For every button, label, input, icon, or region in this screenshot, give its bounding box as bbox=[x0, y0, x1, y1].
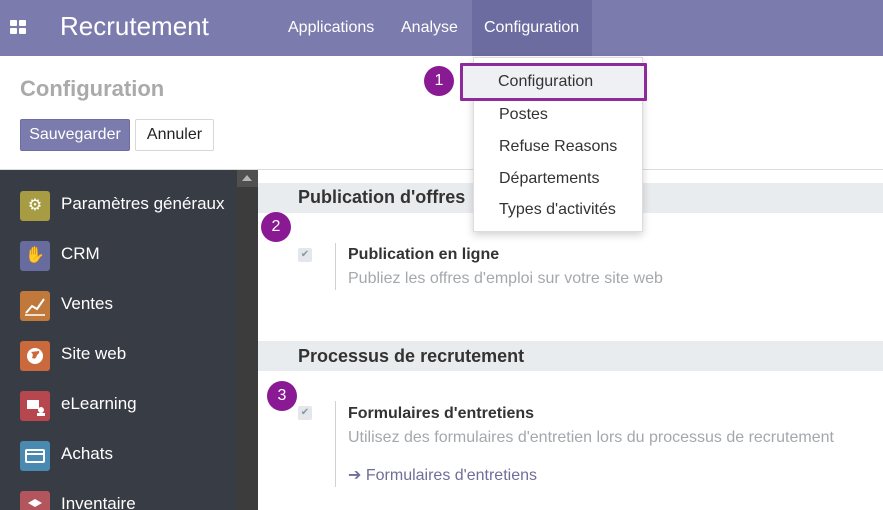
sidebar-item-crm[interactable]: ✋ CRM bbox=[0, 231, 237, 281]
scrollbar-thumb[interactable] bbox=[237, 187, 258, 510]
sidebar-item-label: Ventes bbox=[61, 294, 113, 313]
app-title: Recrutement bbox=[60, 11, 209, 41]
interview-forms-checkbox[interactable]: ✔ bbox=[298, 406, 312, 420]
section-title: Processus de recrutement bbox=[298, 346, 525, 366]
dropdown-item-departements[interactable]: Départements bbox=[499, 170, 600, 188]
sidebar-item-inventory[interactable]: Inventaire bbox=[0, 481, 237, 510]
setting-title: Formulaires d'entretiens bbox=[348, 405, 535, 422]
scroll-up-arrow-icon[interactable] bbox=[237, 170, 258, 187]
top-navbar: Recrutement Applications Analyse Configu… bbox=[0, 0, 883, 56]
box-icon bbox=[20, 491, 50, 510]
divider bbox=[335, 243, 336, 290]
dropdown-item-postes[interactable]: Postes bbox=[499, 106, 548, 124]
dropdown-item-configuration[interactable]: Configuration bbox=[460, 63, 647, 101]
globe-icon bbox=[20, 341, 50, 371]
sidebar-item-elearning[interactable]: eLearning bbox=[0, 381, 237, 431]
setting-description: Publiez les offres d'emploi sur votre si… bbox=[348, 270, 663, 287]
sidebar-item-label: Achats bbox=[61, 444, 113, 463]
sidebar-item-website[interactable]: Site web bbox=[0, 331, 237, 381]
sidebar-item-sales[interactable]: Ventes bbox=[0, 281, 237, 331]
callout-badge: 3 bbox=[267, 381, 297, 411]
sidebar-item-purchases[interactable]: Achats bbox=[0, 431, 237, 481]
section-title: Publication d'offres bbox=[298, 187, 466, 207]
page-title: Configuration bbox=[20, 76, 165, 101]
dropdown-item-refuse-reasons[interactable]: Refuse Reasons bbox=[499, 138, 617, 156]
interview-forms-link[interactable]: ➔ Formulaires d'entretiens bbox=[348, 465, 537, 485]
handshake-icon: ✋ bbox=[20, 241, 50, 271]
menu-configuration[interactable]: Configuration bbox=[472, 0, 592, 56]
chart-icon bbox=[20, 291, 50, 321]
dropdown-item-label: Configuration bbox=[498, 73, 594, 90]
callout-badge: 2 bbox=[261, 212, 291, 242]
sidebar-item-general-settings[interactable]: ⚙ Paramètres généraux bbox=[0, 181, 237, 231]
publication-checkbox[interactable]: ✔ bbox=[298, 248, 312, 262]
elearning-icon bbox=[20, 391, 50, 421]
cancel-button[interactable]: Annuler bbox=[135, 119, 214, 151]
setting-description: Utilisez des formulaires d'entretien lor… bbox=[348, 429, 834, 446]
setting-title: Publication en ligne bbox=[348, 246, 500, 263]
settings-sidebar: ⚙ Paramètres généraux ✋ CRM Ventes Site … bbox=[0, 170, 237, 510]
dropdown-item-activity-types[interactable]: Types d'activités bbox=[499, 201, 616, 219]
arrow-right-icon: ➔ bbox=[348, 467, 362, 484]
callout-badge: 1 bbox=[424, 66, 454, 96]
menu-applications[interactable]: Applications bbox=[276, 0, 386, 56]
sidebar-item-label: Paramètres généraux bbox=[61, 194, 225, 213]
save-button[interactable]: Sauvegarder bbox=[20, 119, 130, 151]
card-icon bbox=[20, 441, 50, 471]
sidebar-item-label: eLearning bbox=[61, 394, 137, 413]
menu-analyse[interactable]: Analyse bbox=[389, 0, 470, 56]
link-label: Formulaires d'entretiens bbox=[365, 467, 537, 484]
gear-icon: ⚙ bbox=[20, 191, 50, 221]
sidebar-item-label: Site web bbox=[61, 344, 127, 363]
divider bbox=[335, 401, 336, 487]
sidebar-item-label: Inventaire bbox=[61, 494, 136, 510]
apps-grid-icon[interactable] bbox=[10, 20, 28, 36]
sidebar-item-label: CRM bbox=[61, 244, 100, 263]
